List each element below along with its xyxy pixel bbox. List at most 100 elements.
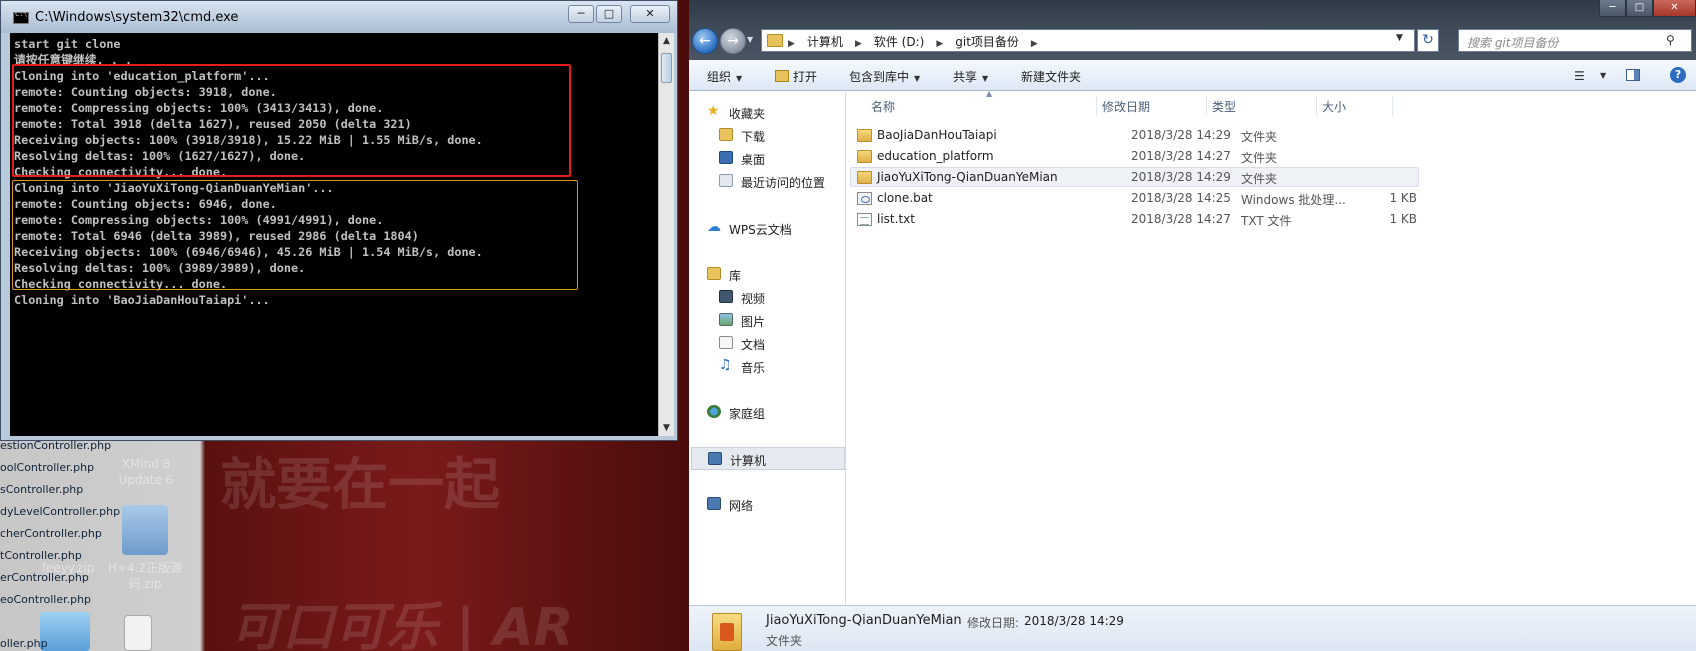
organize-button[interactable]: 组织 ▼	[707, 68, 742, 85]
nav-item-label: 家庭组	[729, 407, 766, 421]
doc-file-icon[interactable]	[124, 615, 152, 651]
scroll-down-icon[interactable]: ▼	[659, 420, 674, 436]
breadcrumb-item-folder[interactable]: git项目备份	[955, 35, 1019, 49]
nav-item-label: 下载	[741, 130, 766, 144]
nav-item-videos[interactable]: 视频	[689, 287, 845, 307]
file-type: 文件夹	[1241, 172, 1278, 186]
explorer-titlebar[interactable]: ─ □ ✕ ← → ▼ ▶ 计算机 ▶ 软件 (D:) ▶ git项目备份 ▶ ▼ ↻ 搜索…	[689, 0, 1696, 60]
highlight-box-red	[12, 64, 571, 177]
column-divider[interactable]	[1096, 96, 1097, 116]
file-type: TXT 文件	[1241, 214, 1292, 228]
nav-item-label: 收藏夹	[729, 107, 766, 121]
cmd-titlebar[interactable]: C:\Windows\system32\cmd.exe ─ □ ✕	[1, 1, 677, 33]
breadcrumb-chevron-icon[interactable]: ▶	[1031, 39, 1038, 49]
file-row[interactable]: JiaoYuXiTong-QianDuanYeMian 2018/3/28 14…	[850, 167, 1419, 187]
back-arrow-icon[interactable]: ←	[692, 28, 718, 54]
document-icon	[719, 336, 733, 349]
desktop-file[interactable]: dyLevelController.php	[0, 505, 120, 518]
search-placeholder: 搜索 git项目备份	[1467, 36, 1559, 50]
column-header-type[interactable]: 类型	[1212, 98, 1236, 115]
nav-item-wps-cloud[interactable]: ☁ WPS云文档	[689, 218, 845, 238]
star-icon: ★	[707, 103, 720, 119]
explorer-window[interactable]: ─ □ ✕ ← → ▼ ▶ 计算机 ▶ 软件 (D:) ▶ git项目备份 ▶ ▼ ↻ 搜索…	[689, 0, 1696, 651]
desktop-file[interactable]: sController.php	[0, 483, 83, 496]
nav-item-label: 计算机	[730, 454, 767, 468]
nav-item-computer[interactable]: 计算机	[691, 447, 845, 470]
close-icon[interactable]: ✕	[630, 5, 670, 23]
address-bar[interactable]: ▶ 计算机 ▶ 软件 (D:) ▶ git项目备份 ▶ ▼	[761, 29, 1415, 52]
nav-item-pictures[interactable]: 图片	[689, 310, 845, 330]
search-icon[interactable]: ⚲	[1666, 33, 1684, 49]
nav-item-favorites[interactable]: ★ 收藏夹	[689, 102, 845, 122]
picture-icon	[719, 313, 733, 326]
nav-item-label: 音乐	[741, 361, 766, 375]
navigation-pane: ★ 收藏夹 下载 桌面 最近访问的位置 ☁ WPS云文档 库 视频 图片 文档 …	[689, 92, 846, 605]
column-divider[interactable]	[1316, 96, 1317, 116]
highlight-box-orange	[12, 180, 578, 290]
file-row[interactable]: education_platform 2018/3/28 14:27 文件夹	[850, 146, 1419, 166]
nav-item-network[interactable]: 网络	[689, 494, 845, 514]
column-header-date[interactable]: 修改日期	[1102, 98, 1150, 115]
nav-item-recent[interactable]: 最近访问的位置	[689, 171, 845, 191]
view-chevron-down-icon[interactable]: ▼	[1600, 71, 1606, 80]
nav-item-downloads[interactable]: 下载	[689, 125, 845, 145]
folder-preview-icon	[712, 613, 742, 651]
nav-item-desktop[interactable]: 桌面	[689, 148, 845, 168]
scroll-thumb[interactable]	[661, 53, 672, 83]
column-header-size[interactable]: 大小	[1322, 98, 1346, 115]
new-folder-label: 新建文件夹	[1021, 70, 1082, 84]
file-name: clone.bat	[877, 191, 933, 205]
share-button[interactable]: 共享 ▼	[953, 68, 988, 85]
column-divider[interactable]	[1392, 96, 1393, 116]
nav-item-label: 图片	[741, 315, 766, 329]
nav-item-documents[interactable]: 文档	[689, 333, 845, 353]
breadcrumb-chevron-icon[interactable]: ▶	[855, 39, 862, 49]
file-date: 2018/3/28 14:27	[1131, 149, 1231, 163]
maximize-icon[interactable]: □	[1626, 0, 1653, 17]
cmd-window-title: C:\Windows\system32\cmd.exe	[35, 10, 239, 25]
maximize-icon[interactable]: □	[596, 5, 622, 23]
file-row[interactable]: clone.bat 2018/3/28 14:25 Windows 批处理...…	[850, 188, 1419, 208]
desktop-icon-label[interactable]: feeyy.zip	[38, 560, 98, 576]
desktop-file[interactable]: cherController.php	[0, 527, 102, 540]
open-button[interactable]: 打开	[775, 68, 817, 85]
minimize-icon[interactable]: ─	[1599, 0, 1626, 17]
help-icon[interactable]: ?	[1670, 67, 1686, 83]
preview-pane-icon[interactable]	[1626, 69, 1640, 81]
address-history-chevron-down-icon[interactable]: ▼	[1396, 33, 1403, 43]
desktop-file[interactable]: eoController.php	[0, 593, 91, 606]
column-header-name[interactable]: 名称	[871, 98, 895, 115]
view-options-icon[interactable]: ☰	[1574, 69, 1585, 83]
close-icon[interactable]: ✕	[1653, 0, 1696, 17]
refresh-icon[interactable]: ↻	[1417, 29, 1439, 52]
file-type: Windows 批处理...	[1241, 193, 1346, 207]
organize-label: 组织	[707, 70, 732, 84]
zip-file-icon[interactable]	[122, 505, 168, 555]
column-divider[interactable]	[1206, 96, 1207, 116]
cmd-vertical-scrollbar[interactable]: ▲ ▼	[658, 33, 674, 436]
forward-arrow-icon[interactable]: →	[720, 28, 746, 54]
desktop-file[interactable]: oller.php	[0, 637, 48, 650]
file-row[interactable]: BaoJiaDanHouTaiapi 2018/3/28 14:29 文件夹	[850, 125, 1419, 145]
file-row[interactable]: list.txt 2018/3/28 14:27 TXT 文件 1 KB	[850, 209, 1419, 229]
nav-item-homegroup[interactable]: 家庭组	[689, 402, 845, 422]
include-library-button[interactable]: 包含到库中 ▼	[849, 68, 920, 85]
nav-item-music[interactable]: ♫ 音乐	[689, 356, 845, 376]
breadcrumb-chevron-icon[interactable]: ▶	[788, 39, 795, 49]
desktop-icon-label[interactable]: H+4.2正版源码.zip	[105, 560, 185, 592]
nav-item-label: 桌面	[741, 153, 766, 167]
new-folder-button[interactable]: 新建文件夹	[1021, 68, 1081, 85]
downloads-folder-icon	[719, 128, 733, 141]
breadcrumb-chevron-icon[interactable]: ▶	[936, 39, 943, 49]
desktop-file[interactable]: oolController.php	[0, 461, 94, 474]
breadcrumb-item-computer[interactable]: 计算机	[807, 35, 843, 49]
nav-item-libraries[interactable]: 库	[689, 264, 845, 284]
scroll-up-icon[interactable]: ▲	[659, 33, 674, 49]
recent-pages-chevron-down-icon[interactable]: ▼	[747, 35, 753, 44]
breadcrumb-item-drive[interactable]: 软件 (D:)	[874, 35, 924, 49]
file-size: 1 KB	[1389, 212, 1417, 226]
search-input[interactable]: 搜索 git项目备份 ⚲	[1458, 29, 1692, 52]
chevron-down-icon: ▼	[914, 74, 921, 83]
minimize-icon[interactable]: ─	[568, 5, 594, 23]
desktop-icon-label[interactable]: XMind 8 Update 6	[112, 456, 180, 488]
